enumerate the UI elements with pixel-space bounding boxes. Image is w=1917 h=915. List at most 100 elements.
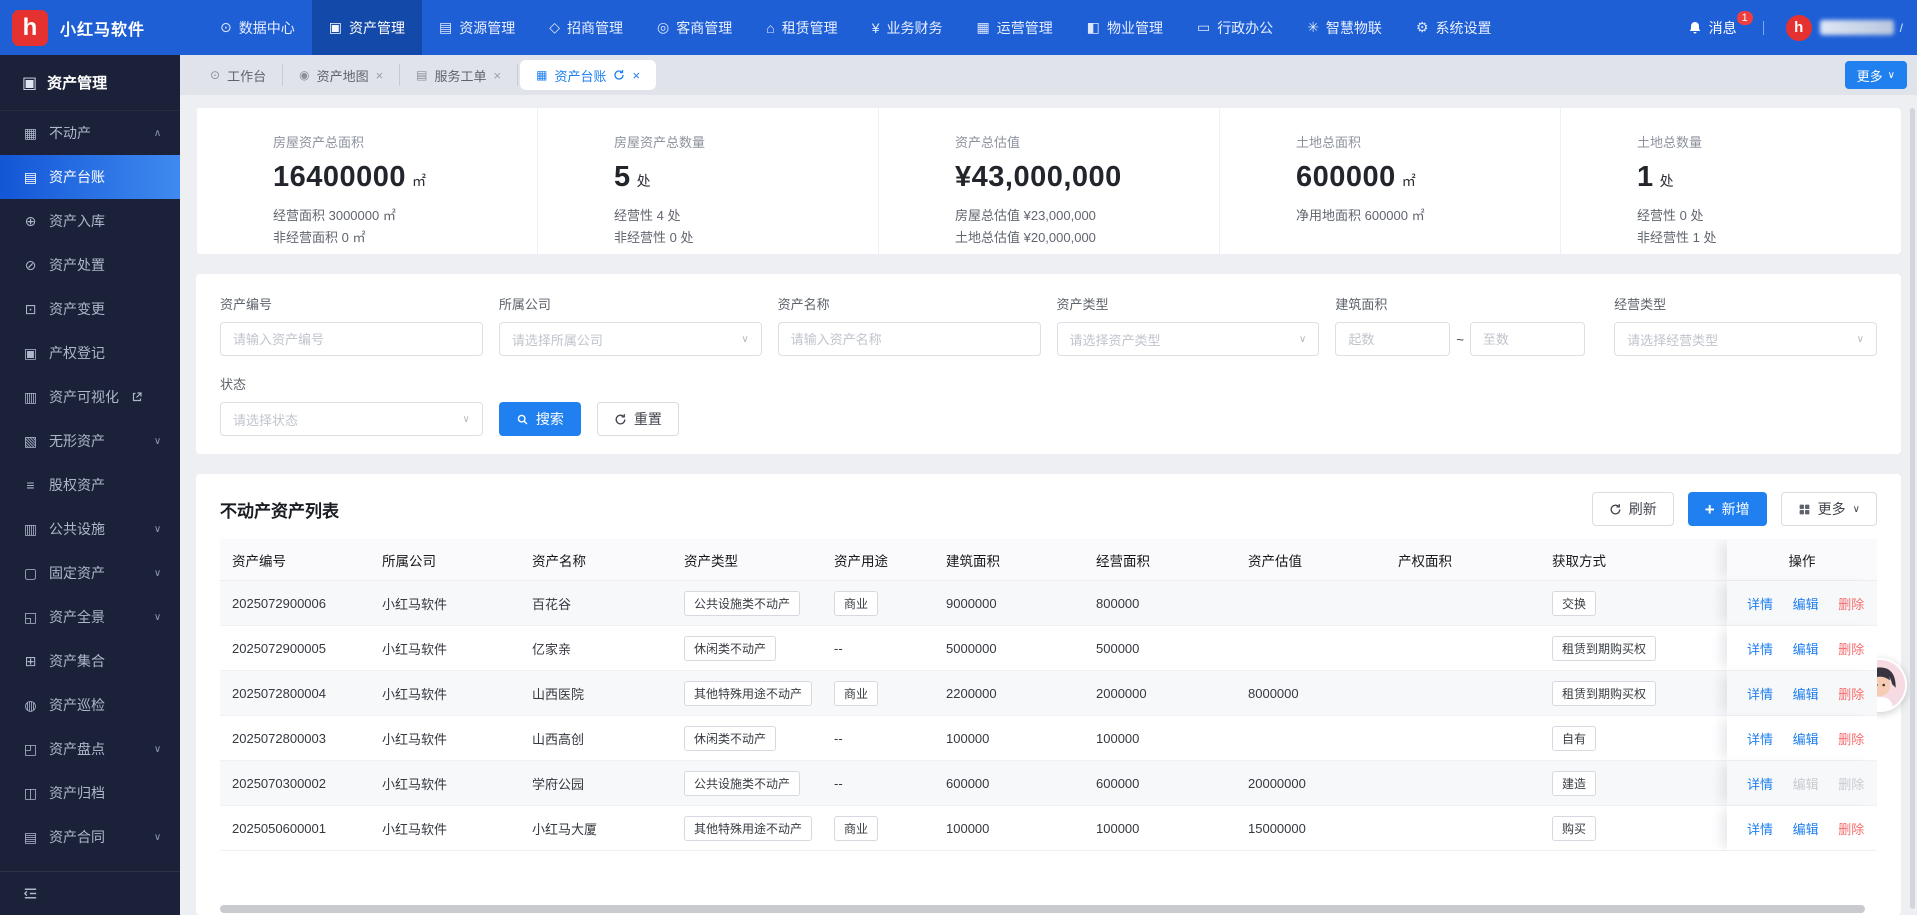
username-masked[interactable] [1820,20,1894,35]
delete-link[interactable]: 删除 [1838,597,1864,612]
reset-button[interactable]: 重置 [597,402,679,436]
detail-link[interactable]: 详情 [1747,732,1773,747]
detail-link[interactable]: 详情 [1747,777,1773,792]
sidebar-item[interactable]: ▧ 无形资产 ∨ [0,419,180,463]
nav-item[interactable]: ◧ 物业管理 [1070,0,1180,55]
stat-block: 土地总面积 600000㎡ 净用地面积 600000 ㎡ [1219,108,1560,254]
nav-item[interactable]: ◎ 客商管理 [640,0,749,55]
sidebar-item[interactable]: ⊕ 资产入库 [0,199,180,243]
delete-link[interactable]: 删除 [1838,732,1864,747]
nav-item[interactable]: ¥ 业务财务 [855,0,960,55]
sidebar-item[interactable]: ▦ 不动产 ∧ [0,111,180,155]
detail-link[interactable]: 详情 [1747,822,1773,837]
delete-link[interactable]: 删除 [1838,687,1864,702]
sidebar-item[interactable]: ▤ 资产台账 [0,155,180,199]
operate-type-select[interactable]: 请选择经营类型 ∨ [1614,322,1877,356]
sidebar-item-label: 资产全景 [49,607,105,627]
sidebar-item[interactable]: ◱ 资产全景 ∨ [0,595,180,639]
status-select[interactable]: 请选择状态 ∨ [220,402,483,436]
nav-item[interactable]: ▦ 运营管理 [959,0,1069,55]
stat-value: ¥43,000,000 [955,161,1209,194]
sidebar-item-label: 资产合同 [49,827,105,847]
column-header: 资产用途 [822,539,934,581]
edit-link[interactable]: 编辑 [1793,732,1819,747]
page-tab[interactable]: ▦ 资产台账 × [520,60,656,90]
sidebar-item[interactable]: ≡ 股权资产 [0,463,180,507]
search-button[interactable]: 搜索 [499,402,581,436]
sidebar-item[interactable]: ◫ 资产归档 [0,771,180,815]
sidebar-item[interactable]: ▤ 资产合同 ∨ [0,815,180,859]
sidebar-item[interactable]: ◰ 资产盘点 ∨ [0,727,180,771]
detail-link[interactable]: 详情 [1747,687,1773,702]
dashboard-icon: ⊙ [210,68,220,82]
delete-link[interactable]: 删除 [1838,777,1864,792]
page-tab[interactable]: ⊙ 工作台 [194,64,283,86]
cell-prop-area [1386,581,1540,626]
nav-item[interactable]: ◇ 招商管理 [532,0,640,55]
page-tab[interactable]: ▤ 服务工单 × [400,64,518,86]
cell-asset-name: 山西高创 [520,716,672,761]
cell-usage: -- [822,626,934,671]
nav-item[interactable]: ⌂ 租赁管理 [749,0,854,55]
nav-item[interactable]: ▤ 资源管理 [422,0,532,55]
sidebar-item[interactable]: ⊞ 资产集合 [0,639,180,683]
acquire-tag: 租赁到期购买权 [1552,636,1656,661]
archive-icon: ◫ [22,785,39,802]
cell-asset-type: 公共设施类不动产 [672,581,822,626]
cell-company: 小红马软件 [370,716,520,761]
refresh-button[interactable]: 刷新 [1592,492,1674,526]
tabbar-more-button[interactable]: 更多∨ [1845,61,1907,89]
investment-icon: ◇ [549,19,560,36]
page-tab[interactable]: ◉ 资产地图 × [283,64,400,86]
area-to-input[interactable] [1470,322,1585,356]
add-button[interactable]: + 新增 [1688,492,1767,526]
edit-link[interactable]: 编辑 [1793,777,1819,792]
nav-item[interactable]: ✳ 智慧物联 [1290,0,1399,55]
sidebar-item[interactable]: ⊡ 资产变更 [0,287,180,331]
nav-item[interactable]: ▭ 行政办公 [1180,0,1290,55]
edit-link[interactable]: 编辑 [1793,642,1819,657]
nav-item[interactable]: ▣ 资产管理 [312,0,422,55]
nav-item[interactable]: ⊙ 数据中心 [203,0,312,55]
nav-item[interactable]: ⚙ 系统设置 [1399,0,1509,55]
search-icon [516,413,529,426]
asset-code-input[interactable] [220,322,483,356]
asset-type-select[interactable]: 请选择资产类型 ∨ [1057,322,1320,356]
cell-prop-area [1386,716,1540,761]
stat-label: 房屋资产总数量 [614,132,868,151]
tab-close-icon[interactable]: × [494,68,502,83]
sidebar-item[interactable]: ◍ 资产巡检 [0,683,180,727]
sidebar-item[interactable]: ▥ 资产可视化 [0,375,180,419]
settings-icon: ⚙ [1416,19,1429,36]
sidebar-item[interactable]: ⊘ 资产处置 [0,243,180,287]
asset-name-input[interactable] [778,322,1041,356]
delete-link[interactable]: 删除 [1838,642,1864,657]
delete-link[interactable]: 删除 [1838,822,1864,837]
area-from-input[interactable] [1335,322,1450,356]
messages-button[interactable]: 消息 1 [1687,18,1737,38]
stat-block: 房屋资产总数量 5处 经营性 4 处 非经营性 0 处 [537,108,878,254]
detail-link[interactable]: 详情 [1747,642,1773,657]
user-avatar[interactable]: h [1786,15,1812,41]
tab-refresh-icon[interactable] [613,69,625,81]
edit-link[interactable]: 编辑 [1793,822,1819,837]
sidebar-item[interactable]: ▢ 固定资产 ∨ [0,551,180,595]
tab-close-icon[interactable]: × [632,68,640,83]
edit-link[interactable]: 编辑 [1793,597,1819,612]
company-select[interactable]: 请选择所属公司 ∨ [499,322,762,356]
vertical-scrollbar[interactable] [1910,108,1915,909]
sidebar-collapse-button[interactable] [0,871,180,915]
more-button[interactable]: 更多 ∨ [1781,492,1877,526]
nav-item-label: 资产管理 [349,18,405,38]
cell-asset-name: 学府公园 [520,761,672,806]
chevron-down-icon: ∨ [1888,70,1895,81]
filter-operate-type: 经营类型 请选择经营类型 ∨ [1614,294,1877,356]
sidebar-item[interactable]: ▥ 公共设施 ∨ [0,507,180,551]
tab-close-icon[interactable]: × [376,68,384,83]
sidebar-item[interactable]: ▣ 产权登记 [0,331,180,375]
detail-link[interactable]: 详情 [1747,597,1773,612]
horizontal-scrollbar[interactable] [220,905,1865,913]
navbar-right: 消息 1 h / [1687,15,1917,41]
list-title: 不动产资产列表 [220,497,339,522]
edit-link[interactable]: 编辑 [1793,687,1819,702]
